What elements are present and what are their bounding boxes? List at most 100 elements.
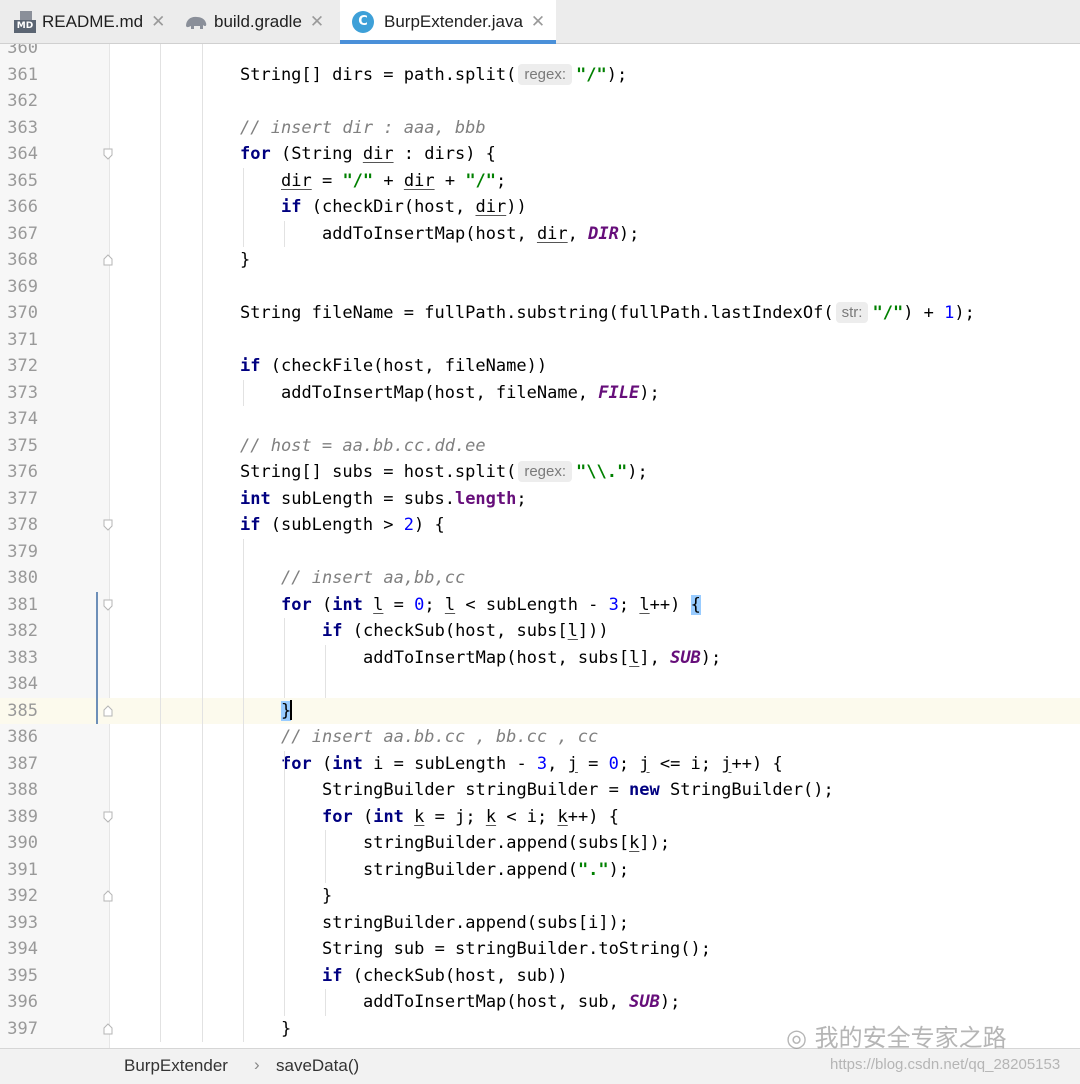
line-number[interactable]: 387 — [0, 751, 38, 778]
line-number[interactable]: 394 — [0, 936, 38, 963]
line-number[interactable]: 393 — [0, 910, 38, 937]
line-number[interactable]: 363 — [0, 115, 38, 142]
line-number[interactable]: 385 — [0, 698, 38, 725]
fold-open-icon[interactable] — [103, 599, 113, 611]
code-line[interactable]: 375 // host = aa.bb.cc.dd.ee — [0, 433, 1080, 460]
line-number[interactable]: 362 — [0, 88, 38, 115]
code-line[interactable]: 383 addToInsertMap(host, subs[l], SUB); — [0, 645, 1080, 672]
code-line[interactable]: 362 — [0, 88, 1080, 115]
code-line[interactable]: 392} — [0, 883, 1080, 910]
line-number[interactable]: 366 — [0, 194, 38, 221]
close-icon[interactable]: ✕ — [531, 12, 545, 32]
line-number[interactable]: 364 — [0, 141, 38, 168]
line-number[interactable]: 379 — [0, 539, 38, 566]
line-number[interactable]: 382 — [0, 618, 38, 645]
fold-close-icon[interactable] — [103, 890, 113, 902]
code-line[interactable]: 396 addToInsertMap(host, sub, SUB); — [0, 989, 1080, 1016]
line-number[interactable]: 365 — [0, 168, 38, 195]
code-line[interactable]: 376 String[] subs = host.split(regex: "\\.… — [0, 459, 1080, 486]
fold-open-icon[interactable] — [103, 811, 113, 823]
code-line[interactable]: 361 String[] dirs = path.split(regex: "/")… — [0, 62, 1080, 89]
code-line[interactable]: 387 for (int i = subLength - 3, j = 0; j … — [0, 751, 1080, 778]
code-line[interactable]: 394 String sub = stringBuilder.toString()… — [0, 936, 1080, 963]
code-line[interactable]: 367 addToInsertMap(host, dir, DIR); — [0, 221, 1080, 248]
line-number[interactable]: 397 — [0, 1016, 38, 1043]
code-line[interactable]: 386 // insert aa.bb.cc , bb.cc , cc — [0, 724, 1080, 751]
code-text: + — [373, 170, 404, 191]
line-number[interactable]: 377 — [0, 486, 38, 513]
close-icon[interactable]: ✕ — [151, 12, 165, 32]
line-number[interactable]: 372 — [0, 353, 38, 380]
line-number[interactable]: 369 — [0, 274, 38, 301]
code-editor[interactable]: 360 361 String[] dirs = path.split(regex: "… — [0, 44, 1080, 1048]
line-number[interactable]: 370 — [0, 300, 38, 327]
line-number[interactable]: 376 — [0, 459, 38, 486]
line-number[interactable]: 396 — [0, 989, 38, 1016]
code-line[interactable]: 382 if (checkSub(host, subs[l])) — [0, 618, 1080, 645]
line-number[interactable]: 371 — [0, 327, 38, 354]
code-line[interactable]: 393 stringBuilder.append(subs[i]); — [0, 910, 1080, 937]
code-line[interactable]: 366 if (checkDir(host, dir)) — [0, 194, 1080, 221]
fold-open-icon[interactable] — [103, 519, 113, 531]
code-line[interactable]: 370 String fileName = fullPath.substring(… — [0, 300, 1080, 327]
fold-open-icon[interactable] — [103, 148, 113, 160]
code-line[interactable]: 374 — [0, 406, 1080, 433]
line-number[interactable]: 373 — [0, 380, 38, 407]
close-icon[interactable]: ✕ — [310, 12, 324, 32]
line-number[interactable]: 390 — [0, 830, 38, 857]
code-line[interactable]: 390 stringBuilder.append(subs[k]); — [0, 830, 1080, 857]
code-line[interactable]: 363 // insert dir : aaa, bbb — [0, 115, 1080, 142]
fold-close-icon[interactable] — [103, 1022, 113, 1035]
line-number[interactable]: 368 — [0, 247, 38, 274]
code-line[interactable]: 360 — [0, 44, 1080, 62]
fold-close-icon[interactable] — [103, 254, 113, 266]
code-line[interactable]: 371 — [0, 327, 1080, 354]
breadcrumb-method[interactable]: saveData() — [276, 1056, 359, 1076]
code-line[interactable]: 372 if (checkFile(host, fileName)) — [0, 353, 1080, 380]
code-line[interactable]: 368} — [0, 247, 1080, 274]
line-number[interactable]: 395 — [0, 963, 38, 990]
tab-build-gradle[interactable]: build.gradle ✕ — [184, 0, 324, 43]
line-number[interactable]: 384 — [0, 671, 38, 698]
line-number[interactable]: 388 — [0, 777, 38, 804]
code-line[interactable]: 385} — [0, 697, 1080, 725]
line-number[interactable]: 386 — [0, 724, 38, 751]
code-line[interactable]: 379 — [0, 539, 1080, 566]
code-line[interactable]: 384 — [0, 671, 1080, 698]
line-number[interactable]: 389 — [0, 804, 38, 831]
code-text: (checkDir(host, — [301, 197, 476, 217]
line-number[interactable]: 391 — [0, 857, 38, 884]
code-line[interactable]: 369 — [0, 274, 1080, 301]
line-number[interactable]: 378 — [0, 512, 38, 539]
code-line[interactable]: 364 for (String dir : dirs) { — [0, 141, 1080, 168]
code-text: i = subLength - — [362, 753, 537, 774]
comment: // insert aa,bb,cc — [281, 568, 466, 588]
code-line[interactable]: 395 if (checkSub(host, sub)) — [0, 963, 1080, 990]
line-number[interactable]: 360 — [0, 44, 38, 62]
tab-readme[interactable]: MD README.md ✕ — [14, 0, 165, 43]
code-content: int subLength = subs.length; — [240, 486, 527, 513]
line-number[interactable]: 383 — [0, 645, 38, 672]
fold-close-icon[interactable] — [103, 704, 113, 717]
code-line[interactable]: 381 for (int l = 0; l < subLength - 3; l+… — [0, 592, 1080, 619]
vcs-change-marker[interactable] — [96, 591, 98, 724]
line-number[interactable]: 361 — [0, 62, 38, 89]
code-line[interactable]: 377 int subLength = subs.length; — [0, 486, 1080, 513]
markdown-file-icon: MD — [14, 10, 36, 33]
code-line[interactable]: 373 addToInsertMap(host, fileName, FILE); — [0, 380, 1080, 407]
line-number[interactable]: 392 — [0, 883, 38, 910]
parameter-hint: str: — [835, 302, 869, 323]
code-line[interactable]: 380 // insert aa,bb,cc — [0, 565, 1080, 592]
line-number[interactable]: 374 — [0, 406, 38, 433]
tab-burpextender-java[interactable]: C BurpExtender.java ✕ — [340, 0, 556, 44]
code-line[interactable]: 391 stringBuilder.append("."); — [0, 857, 1080, 884]
code-line[interactable]: 389 for (int k = j; k < i; k++) { — [0, 804, 1080, 831]
code-line[interactable]: 365 dir = "/" + dir + "/"; — [0, 168, 1080, 195]
line-number[interactable]: 367 — [0, 221, 38, 248]
breadcrumb-class[interactable]: BurpExtender — [124, 1056, 228, 1076]
line-number[interactable]: 375 — [0, 433, 38, 460]
code-line[interactable]: 388 StringBuilder stringBuilder = new Str… — [0, 777, 1080, 804]
code-line[interactable]: 378 if (subLength > 2) { — [0, 512, 1080, 539]
line-number[interactable]: 381 — [0, 592, 38, 619]
line-number[interactable]: 380 — [0, 565, 38, 592]
